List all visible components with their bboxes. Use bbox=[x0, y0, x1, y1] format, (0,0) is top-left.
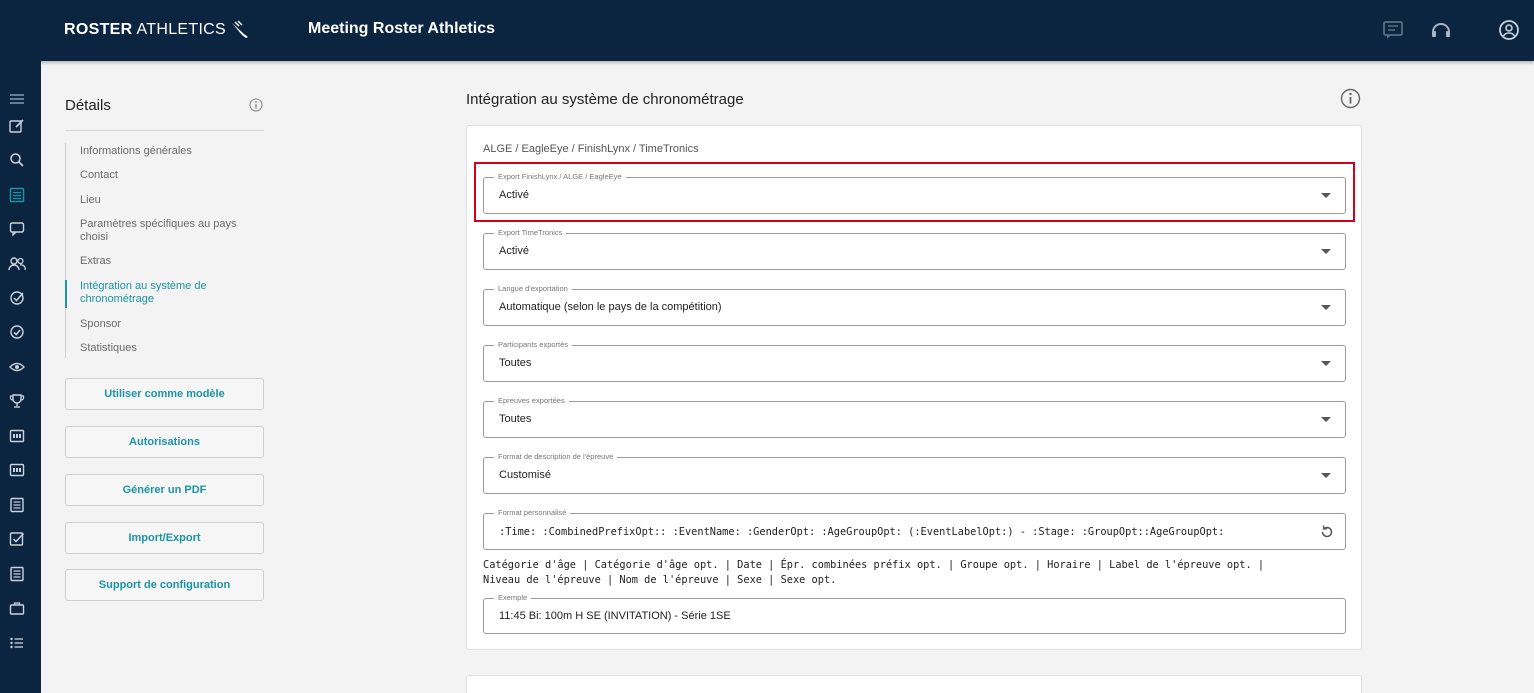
document-icon[interactable] bbox=[7, 564, 27, 584]
info-icon[interactable] bbox=[249, 98, 263, 117]
dropdown-caret-icon bbox=[1321, 417, 1331, 422]
export-finishlynx-select[interactable]: Export FinishLynx / ALGE / EagleEye Acti… bbox=[483, 172, 1346, 214]
brand-bold: ROSTER bbox=[64, 21, 133, 38]
dropdown-caret-icon bbox=[1321, 305, 1331, 310]
meeting-title: Meeting Roster Athletics bbox=[308, 20, 495, 37]
field-value: Automatique (selon le pays de la compéti… bbox=[499, 301, 722, 313]
field-value: Activé bbox=[499, 245, 529, 257]
timing-integration-card: ALGE / EagleEye / FinishLynx / TimeTroni… bbox=[466, 125, 1362, 650]
field-label: Epreuves exportées bbox=[494, 396, 569, 406]
dropdown-caret-icon bbox=[1321, 249, 1331, 254]
exported-participants-select[interactable]: Participants exportés Toutes bbox=[483, 340, 1346, 382]
check-circle-icon[interactable] bbox=[7, 288, 27, 308]
nav-item-statistiques[interactable]: Statistiques bbox=[80, 342, 260, 355]
exported-events-select[interactable]: Epreuves exportées Toutes bbox=[483, 396, 1346, 438]
export-timetronics-select[interactable]: Export TimeTronics Activé bbox=[483, 228, 1346, 270]
dropdown-caret-icon bbox=[1321, 361, 1331, 366]
use-as-template-button[interactable]: Utiliser comme modèle bbox=[65, 378, 264, 410]
list-bullets-icon[interactable] bbox=[7, 633, 27, 653]
generate-pdf-button[interactable]: Générer un PDF bbox=[65, 474, 264, 506]
nav-item-parametres-pays[interactable]: Paramètres spécifiques au pays choisi bbox=[80, 218, 260, 244]
top-bar: ROSTER ATHLETICS Meeting Roster Athletic… bbox=[0, 0, 1534, 61]
field-label: Format personnalisé bbox=[494, 508, 571, 518]
example-output-field: Exemple 11:45 Bi: 100m H SE (INVITATION)… bbox=[483, 593, 1346, 634]
field-label: Export TimeTronics bbox=[494, 228, 567, 238]
details-divider bbox=[65, 130, 264, 131]
configuration-support-button[interactable]: Support de configuration bbox=[65, 569, 264, 601]
nav-item-sponsor[interactable]: Sponsor bbox=[80, 318, 260, 331]
scoreboard-icon[interactable] bbox=[7, 426, 27, 446]
field-value: Activé bbox=[499, 189, 529, 201]
event-description-format-select[interactable]: Format de description de l'épreuve Custo… bbox=[483, 452, 1346, 494]
nav-item-extras[interactable]: Extras bbox=[80, 255, 260, 268]
eye-icon[interactable] bbox=[7, 357, 27, 377]
winged-shoe-icon bbox=[232, 20, 249, 38]
info-icon[interactable] bbox=[1340, 88, 1361, 114]
dropdown-caret-icon bbox=[1321, 473, 1331, 478]
edit-icon[interactable] bbox=[7, 116, 27, 136]
field-label: Participants exportés bbox=[494, 340, 573, 350]
checkbox-icon[interactable] bbox=[7, 529, 27, 549]
people-icon[interactable] bbox=[7, 254, 27, 274]
page-title: Intégration au système de chronométrage bbox=[466, 91, 744, 108]
field-label: Export FinishLynx / ALGE / EagleEye bbox=[494, 172, 626, 182]
field-value: Toutes bbox=[499, 357, 532, 369]
message-icon[interactable] bbox=[7, 219, 27, 239]
menu-icon[interactable] bbox=[7, 89, 27, 109]
chat-icon[interactable] bbox=[1381, 18, 1405, 42]
import-export-button[interactable]: Import/Export bbox=[65, 522, 264, 554]
reset-icon[interactable] bbox=[1319, 524, 1335, 540]
scoreboard-icon[interactable] bbox=[7, 460, 27, 480]
details-nav: Informations générales Contact Lieu Para… bbox=[65, 143, 265, 358]
field-label: Langue d'exportation bbox=[494, 284, 572, 294]
brand-light: ATHLETICS bbox=[136, 21, 227, 38]
briefcase-icon[interactable] bbox=[7, 598, 27, 618]
nav-item-informations-generales[interactable]: Informations générales bbox=[80, 145, 260, 158]
field-value: Toutes bbox=[499, 413, 532, 425]
nav-item-integration-chronometrage[interactable]: Intégration au système de chronométrage bbox=[80, 280, 260, 306]
format-tokens-list[interactable]: Catégorie d'âge | Catégorie d'âge opt. |… bbox=[483, 558, 1283, 588]
nav-item-lieu[interactable]: Lieu bbox=[80, 194, 260, 207]
document-icon[interactable] bbox=[7, 495, 27, 515]
details-title: Détails bbox=[65, 97, 111, 114]
custom-format-input[interactable]: Format personnalisé :Time: :CombinedPref… bbox=[483, 508, 1346, 550]
field-value: :Time: :CombinedPrefixOpt:: :EventName: … bbox=[499, 526, 1225, 538]
check-circle-icon[interactable] bbox=[7, 322, 27, 342]
account-icon[interactable] bbox=[1497, 18, 1521, 42]
dropdown-caret-icon bbox=[1321, 193, 1331, 198]
left-rail bbox=[0, 61, 41, 693]
export-language-select[interactable]: Langue d'exportation Automatique (selon … bbox=[483, 284, 1346, 326]
field-value: 11:45 Bi: 100m H SE (INVITATION) - Série… bbox=[499, 610, 731, 622]
card-subtitle: ALGE / EagleEye / FinishLynx / TimeTroni… bbox=[483, 143, 699, 155]
headset-icon[interactable] bbox=[1429, 18, 1453, 42]
search-icon[interactable] bbox=[7, 150, 27, 170]
authorizations-button[interactable]: Autorisations bbox=[65, 426, 264, 458]
brand-logo[interactable]: ROSTER ATHLETICS bbox=[64, 19, 250, 41]
list-icon[interactable] bbox=[7, 185, 27, 205]
field-label: Format de description de l'épreuve bbox=[494, 452, 618, 462]
next-card bbox=[466, 675, 1362, 693]
field-value: Customisé bbox=[499, 469, 551, 481]
nav-active-indicator bbox=[65, 280, 67, 308]
field-label: Exemple bbox=[494, 593, 532, 603]
nav-item-contact[interactable]: Contact bbox=[80, 169, 260, 182]
trophy-icon[interactable] bbox=[7, 391, 27, 411]
